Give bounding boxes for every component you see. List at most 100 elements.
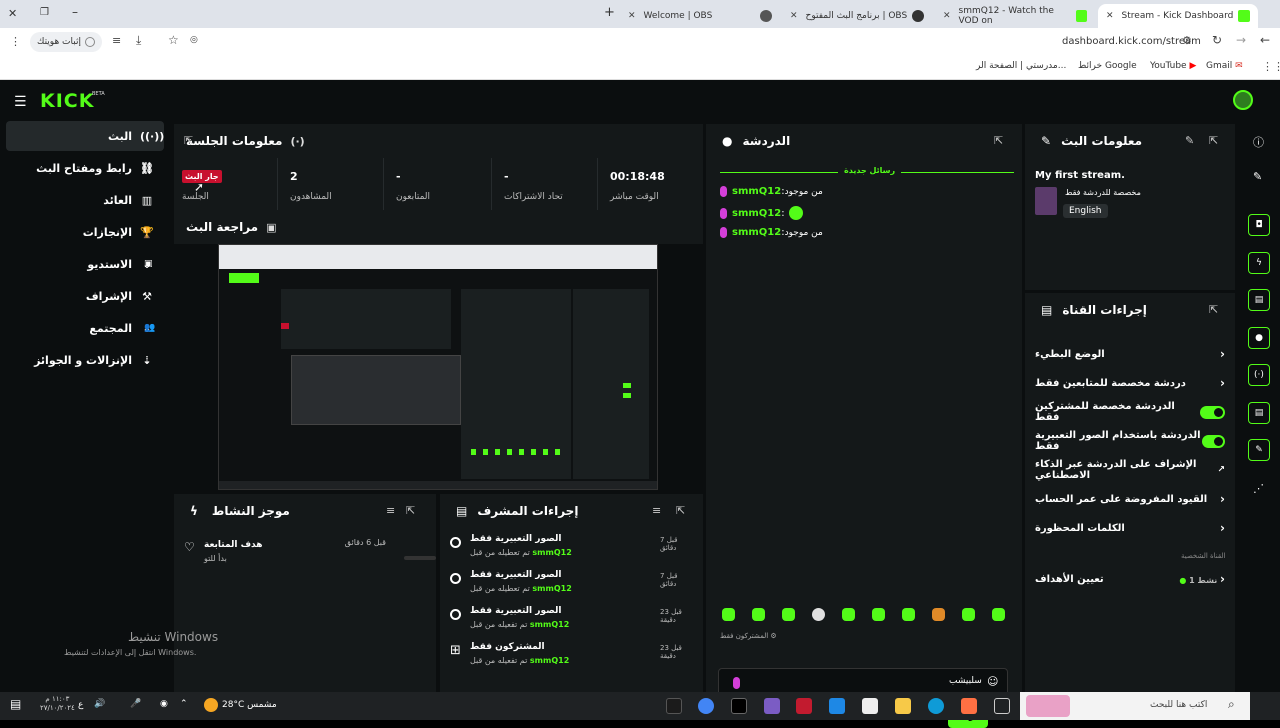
set-goals-row[interactable]: تعيين الأهداف ● نشط 1 ›: [1035, 565, 1225, 593]
emote-icon[interactable]: [722, 608, 735, 621]
mic-icon[interactable]: 🎤: [130, 699, 141, 709]
tab-obs-arabic[interactable]: ✕ برنامج البث المفتوح | OBS: [782, 4, 932, 28]
bookmark-star-icon[interactable]: ☆: [168, 33, 179, 47]
playlist-icon[interactable]: ≡: [112, 34, 121, 47]
url-field[interactable]: dashboard.kick.com/stream: [1062, 36, 1201, 47]
filter-icon[interactable]: ≡: [652, 504, 661, 517]
verify-identity-button[interactable]: إثبات هويتك: [30, 32, 102, 52]
emote-icon[interactable]: [902, 608, 915, 621]
reload-icon[interactable]: ↻: [1212, 33, 1222, 47]
close-tab-icon[interactable]: ✕: [1106, 11, 1114, 21]
popout-icon[interactable]: ⇱: [676, 504, 685, 517]
emote-icon[interactable]: [992, 608, 1005, 621]
rail-button-session[interactable]: (·): [1248, 364, 1270, 386]
adobe-taskbar-icon[interactable]: [796, 698, 812, 714]
hamburger-menu-icon[interactable]: ☰: [14, 94, 27, 110]
slow-mode-row[interactable]: الوضع البطيء ›: [1035, 340, 1225, 368]
bookmark-gmail[interactable]: Gmail ✉: [1206, 61, 1243, 71]
emote-icon[interactable]: [932, 608, 945, 621]
store-taskbar-icon[interactable]: [862, 698, 878, 714]
rail-button-camera[interactable]: ◘: [1248, 214, 1270, 236]
view-site-icon[interactable]: ◎: [190, 35, 198, 45]
copilot-taskbar-icon[interactable]: [961, 698, 977, 714]
emote-icon[interactable]: [782, 608, 795, 621]
close-tab-icon[interactable]: ✕: [628, 11, 636, 21]
language-indicator[interactable]: ع: [78, 700, 83, 710]
download-icon[interactable]: ⤓: [136, 33, 141, 48]
emoji-icon[interactable]: ☺: [987, 675, 998, 688]
edit-pencil-icon[interactable]: ✎: [1253, 170, 1262, 183]
tab-kick-dashboard[interactable]: ✕ Stream - Kick Dashboard: [1098, 4, 1258, 28]
search-box[interactable]: اكتب هنا للبحث ⌕: [1020, 692, 1250, 720]
weather-text[interactable]: 28°C مشمس: [222, 700, 277, 710]
close-tab-icon[interactable]: ✕: [790, 11, 798, 21]
forward-icon[interactable]: →: [1236, 33, 1246, 47]
ai-moderation-row[interactable]: الإشراف على الدردشة عبر الذكاء الاصطناعي…: [1035, 456, 1225, 484]
discord-taskbar-icon[interactable]: [764, 698, 780, 714]
filter-icon[interactable]: ≡: [386, 504, 395, 517]
kick-logo[interactable]: KICK: [40, 90, 94, 112]
edge-taskbar-icon[interactable]: [928, 698, 944, 714]
chat-username[interactable]: smmQ12: [732, 227, 781, 238]
network-icon[interactable]: ◉: [160, 699, 168, 709]
stream-video-preview[interactable]: [218, 244, 658, 490]
share-icon[interactable]: ⋰: [1253, 482, 1264, 495]
emote-icon[interactable]: [962, 608, 975, 621]
bookmark-youtube[interactable]: YouTube ▶: [1150, 61, 1196, 71]
emote-icon[interactable]: [842, 608, 855, 621]
sidebar-item-stream[interactable]: البث ((·)): [6, 121, 164, 151]
emotes-only-toggle[interactable]: [1202, 434, 1225, 448]
chrome-taskbar-icon[interactable]: [698, 698, 714, 714]
avatar[interactable]: [1233, 90, 1253, 110]
rail-button-tools[interactable]: ✎: [1248, 439, 1270, 461]
stream-category[interactable]: مخصصة للدردشة فقط: [1065, 188, 1141, 197]
sidebar-item-community[interactable]: 👥 المجتمع ⌄: [6, 313, 164, 343]
sidebar-item-studio[interactable]: ▣ الاستديو ⌄: [6, 249, 164, 279]
sidebar-item-revenue[interactable]: العائد ▥: [6, 185, 164, 215]
tab-vod[interactable]: ✕ smmQ12 - Watch the VOD on: [935, 4, 1095, 28]
outlook-taskbar-icon[interactable]: [829, 698, 845, 714]
rail-button-activity[interactable]: ϟ: [1248, 252, 1270, 274]
emote-icon[interactable]: [812, 608, 825, 621]
subscribers-only-toggle[interactable]: [1199, 405, 1225, 419]
popout-icon[interactable]: ⇱: [994, 134, 1003, 147]
edit-pencil-icon[interactable]: ✎: [1185, 134, 1194, 147]
back-icon[interactable]: ←: [1260, 33, 1270, 47]
volume-icon[interactable]: 🔊: [94, 699, 105, 709]
new-tab-icon[interactable]: +: [604, 5, 615, 20]
chat-username[interactable]: smmQ12: [732, 186, 781, 197]
emote-icon[interactable]: [872, 608, 885, 621]
obs-taskbar-icon[interactable]: [666, 698, 682, 714]
account-age-row[interactable]: القيود المفروضة على عمر الحساب ›: [1035, 485, 1225, 513]
tray-chevron-icon[interactable]: ⌃: [180, 699, 188, 709]
sidebar-item-drops[interactable]: الإنزالات و الجوائز ⇣: [6, 345, 164, 375]
sidebar-item-moderation[interactable]: الإشراف ⚒: [6, 281, 164, 311]
info-icon[interactable]: ⓘ: [1253, 134, 1264, 150]
tab-obs-welcome[interactable]: ✕ Welcome | OBS: [620, 4, 780, 28]
sidebar-item-stream-key[interactable]: رابط ومفتاح البث ⛓: [6, 153, 164, 183]
rail-button-chat[interactable]: ●: [1248, 327, 1270, 349]
emote-icon[interactable]: [752, 608, 765, 621]
menu-dots-icon[interactable]: ⋮: [10, 35, 21, 48]
bookmark-maps[interactable]: خرائط Google: [1078, 61, 1137, 71]
rail-button-modlog[interactable]: ▤: [1248, 289, 1270, 311]
apps-grid-icon[interactable]: ⋮⋮: [1262, 60, 1280, 73]
notifications-icon[interactable]: ▤: [10, 697, 21, 711]
bookmark-school[interactable]: مدرستي | الصفحة الر...: [976, 61, 1066, 71]
popout-icon[interactable]: ⇱: [406, 504, 415, 517]
close-window-icon[interactable]: ✕: [8, 7, 17, 20]
popout-icon[interactable]: ⇱: [184, 134, 193, 147]
followers-only-row[interactable]: دردشة مخصصة للمتابعين فقط ›: [1035, 369, 1225, 397]
maximize-window-icon[interactable]: ❐: [40, 7, 49, 18]
site-settings-icon[interactable]: ⚙: [1182, 34, 1192, 47]
popout-icon[interactable]: ⇱: [1209, 134, 1218, 147]
task-view-icon[interactable]: [994, 698, 1010, 714]
close-tab-icon[interactable]: ✕: [943, 11, 951, 21]
tiktok-taskbar-icon[interactable]: [731, 698, 747, 714]
popout-icon[interactable]: ⇱: [1209, 303, 1218, 316]
minimize-window-icon[interactable]: –: [72, 5, 78, 19]
clock[interactable]: ١١:٠٣ م ٢٧/١٠/٢٠٢٤: [40, 695, 75, 713]
chat-username[interactable]: smmQ12: [732, 208, 781, 219]
banned-words-row[interactable]: الكلمات المحظورة ›: [1035, 514, 1225, 542]
rail-button-channel[interactable]: ▤: [1248, 402, 1270, 424]
